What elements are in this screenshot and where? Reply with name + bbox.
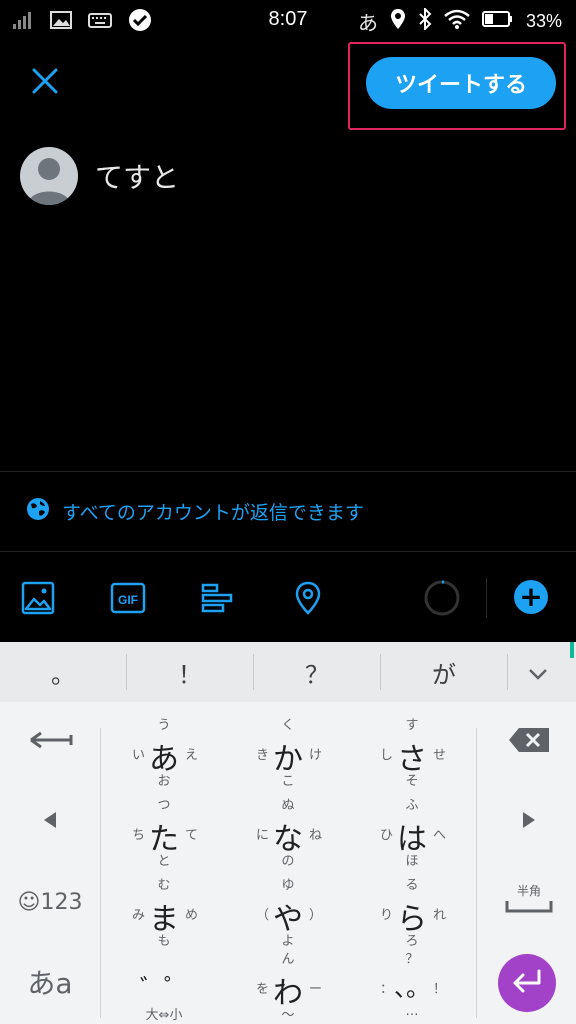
divider [0,471,576,472]
character-counter-icon [422,578,462,618]
kana-key-na[interactable]: ぬ に な ね の [240,792,336,869]
scroll-indicator [570,642,574,658]
emoji-number-key[interactable]: ☺123 [10,874,90,930]
candidate[interactable]: が [381,642,507,702]
space-hint-label: 半角 [516,883,541,898]
space-icon [504,899,554,919]
location-icon [390,8,406,35]
image-icon[interactable] [18,578,58,618]
ime-indicator: あ [357,11,378,35]
backspace-key[interactable] [492,714,566,770]
toolbar-separator [486,578,487,618]
kana-key-ha[interactable]: ふ ひ は へ ほ [364,792,460,869]
wifi-icon [444,9,470,34]
divider [0,551,576,552]
chevron-down-icon [528,658,548,686]
candidate[interactable]: ！ [127,642,253,702]
reply-setting[interactable]: すべてのアカウントが返信できます [26,497,364,525]
triangle-left-icon [42,811,58,833]
kana-key-ra[interactable]: る り ら れ ろ [364,872,460,949]
tweet-button[interactable]: ツイートする [366,57,556,109]
kana-key-a[interactable]: う い あ え お [116,712,212,789]
space-key[interactable]: 半角 [492,868,566,932]
gif-icon[interactable]: GIF [108,578,148,618]
punctuation-key[interactable]: ？ ： 、。 ！ … [364,946,460,1022]
close-button[interactable] [24,62,66,104]
candidate-bar: 。 ！ ？ が [0,642,576,702]
keyboard: 。 ！ ？ が ☺123 あa う い あ え お く き か け こ す し … [0,642,576,1024]
globe-icon [26,497,50,525]
gif-label: GIF [118,593,138,607]
close-icon [31,67,59,99]
tweet-text-input[interactable]: てすと [95,156,179,196]
cursor-left-key[interactable] [10,794,90,850]
candidate[interactable]: ？ [254,642,380,702]
undo-key[interactable] [10,714,90,770]
triangle-right-icon [521,811,537,833]
kana-key-ya[interactable]: ゆ （ や ） よ [240,872,336,949]
kana-key-wa[interactable]: ん を わ ー 〜 [240,946,336,1023]
undo-arrow-icon [27,730,73,754]
poll-icon[interactable] [198,578,238,618]
enter-button[interactable] [498,954,556,1012]
backspace-icon [507,726,551,758]
candidate[interactable]: 。 [0,642,126,702]
battery-icon [481,10,514,33]
kana-key-ta[interactable]: つ ち た て と [116,792,212,869]
dakuten-key[interactable]: ゛゜ 大⇔小 [116,946,212,1023]
location-icon[interactable] [288,578,328,618]
avatar[interactable] [20,147,78,205]
kana-key-ka[interactable]: く き か け こ [240,712,336,789]
compose-toolbar: GIF [0,570,576,626]
status-bar: 8:07 あ 33% [0,0,576,40]
expand-candidates-button[interactable] [508,642,568,702]
cursor-right-key[interactable] [492,794,566,850]
return-arrow-icon [511,969,543,997]
kana-key-sa[interactable]: す し さ せ そ [364,712,460,789]
reply-setting-label: すべてのアカウントが返信できます [62,501,364,524]
bluetooth-icon [418,6,432,35]
battery-percent: 33% [525,11,562,31]
add-tweet-button[interactable]: + [514,580,548,614]
kana-key-ma[interactable]: む み ま め も [116,872,212,949]
input-mode-key[interactable]: あa [10,954,90,1010]
